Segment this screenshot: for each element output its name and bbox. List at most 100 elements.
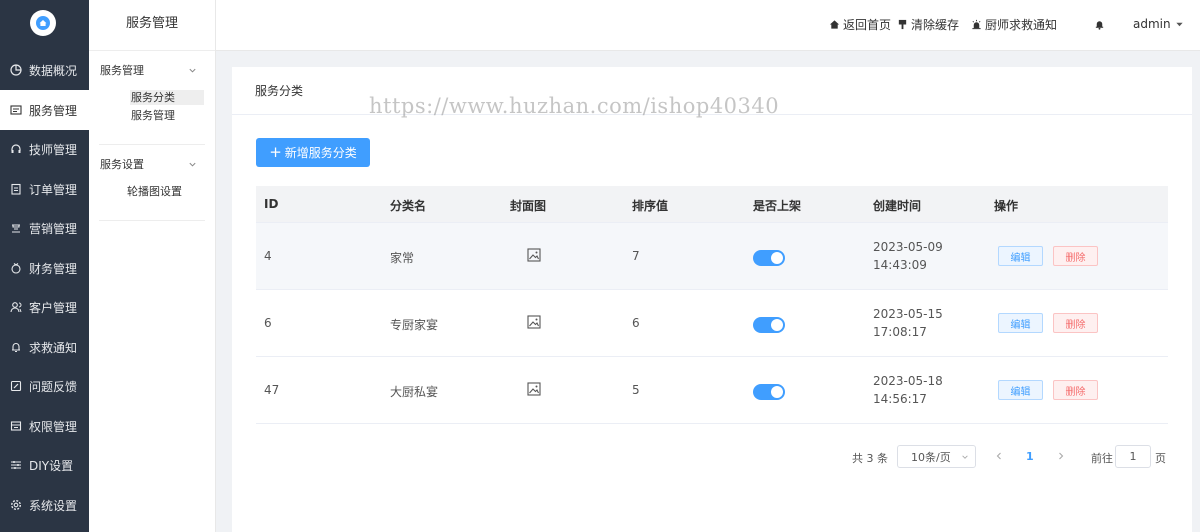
delete-button[interactable]: 删除 (1053, 380, 1098, 400)
cell-sort: 7 (632, 249, 640, 263)
home-link[interactable]: 返回首页 (829, 16, 891, 32)
on-shelf-toggle[interactable] (753, 317, 785, 333)
sidebar-item-finance[interactable]: 财务管理 (0, 248, 89, 288)
page-size-select[interactable]: 10条/页 (897, 445, 976, 468)
submenu-panel: 服务管理 服务管理 服务分类 服务管理 服务设置 轮播图设置 (89, 0, 216, 532)
next-page-icon[interactable] (1056, 451, 1066, 461)
cell-sort: 6 (632, 316, 640, 330)
submenu-group-settings[interactable]: 服务设置 (100, 155, 197, 173)
sidebar-item-label: 服务管理 (29, 103, 78, 118)
goto-suffix: 页 (1155, 452, 1166, 465)
sidebar-item-system[interactable]: 系统设置 (0, 485, 89, 525)
goto-page-input[interactable]: 1 (1115, 445, 1151, 468)
sidebar-item-label: 问题反馈 (29, 379, 78, 394)
edit-button[interactable]: 编辑 (998, 313, 1043, 333)
submenu-link-service-manage[interactable]: 服务管理 (130, 108, 204, 123)
home-link-label: 返回首页 (843, 17, 892, 32)
prev-page-icon[interactable] (994, 451, 1004, 461)
chevron-down-icon (962, 455, 968, 459)
home-logo-icon[interactable] (30, 10, 56, 36)
submenu-divider (99, 144, 205, 145)
cell-name: 专厨家宴 (390, 318, 439, 332)
delete-button[interactable]: 删除 (1053, 313, 1098, 333)
page-size-value: 10条/页 (911, 450, 951, 464)
chevron-down-icon (189, 162, 196, 167)
sidebar-item-label: 技师管理 (29, 142, 78, 157)
delete-button[interactable]: 删除 (1053, 246, 1098, 266)
submenu-group-label: 服务管理 (100, 64, 144, 77)
add-category-button[interactable]: + 新增服务分类 (256, 138, 370, 167)
goto-prefix: 前往 (1091, 452, 1113, 465)
pie-chart-icon (9, 63, 23, 77)
col-on-shelf: 是否上架 (753, 199, 802, 213)
edit-button[interactable]: 编辑 (998, 380, 1043, 400)
feedback-icon (9, 379, 23, 393)
table-row: 6 专厨家宴 6 2023-05-15 17:08:17 编辑 删除 (256, 290, 1168, 357)
cell-name: 家常 (390, 251, 415, 265)
clear-cache-link[interactable]: 清除缓存 (897, 16, 959, 32)
sidebar-item-label: 订单管理 (29, 182, 78, 197)
clear-cache-label: 清除缓存 (911, 17, 960, 32)
col-created: 创建时间 (873, 199, 922, 213)
cell-created: 2023-05-18 14:56:17 (873, 372, 943, 408)
gear-icon (9, 498, 23, 512)
col-cover: 封面图 (510, 199, 547, 213)
users-icon (9, 300, 23, 314)
toggle-knob (771, 386, 783, 398)
sidebar-item-customers[interactable]: 客户管理 (0, 287, 89, 327)
plus-icon: + (269, 143, 282, 161)
cell-name: 大厨私宴 (390, 385, 439, 399)
sidebar-item-label: 系统设置 (29, 498, 78, 513)
on-shelf-toggle[interactable] (753, 250, 785, 266)
sidebar-item-technician[interactable]: 技师管理 (0, 129, 89, 169)
toggle-knob (771, 319, 783, 331)
submenu-link-service-category[interactable]: 服务分类 (130, 90, 204, 105)
sidebar-item-feedback[interactable]: 问题反馈 (0, 366, 89, 406)
top-header: 返回首页 清除缓存 厨师求救通知 admin (216, 0, 1200, 51)
on-shelf-toggle[interactable] (753, 384, 785, 400)
created-time: 17:08:17 (873, 325, 927, 339)
alarm-icon (972, 19, 981, 29)
cell-id: 4 (264, 249, 272, 263)
sidebar-item-permission[interactable]: 权限管理 (0, 406, 89, 446)
sidebar-item-service[interactable]: 服务管理 (0, 90, 89, 130)
caret-down-icon (1175, 22, 1183, 26)
sidebar-item-label: 求救通知 (29, 340, 78, 355)
sidebar-item-marketing[interactable]: 营销管理 (0, 208, 89, 248)
sidebar-item-sos[interactable]: 求救通知 (0, 327, 89, 367)
clipboard-icon (9, 182, 23, 196)
col-actions: 操作 (994, 199, 1019, 213)
submenu-title: 服务管理 (89, 0, 215, 51)
col-id: ID (264, 197, 279, 211)
user-menu[interactable]: admin (1133, 16, 1187, 32)
main-sidebar: 数据概况 服务管理 技师管理 订单管理 营销管理 财务管理 客户管理 求救通知 … (0, 0, 89, 532)
headset-icon (9, 142, 23, 156)
current-page[interactable]: 1 (1026, 450, 1034, 463)
cell-created: 2023-05-15 17:08:17 (873, 305, 943, 341)
submenu-link-carousel[interactable]: 轮播图设置 (126, 184, 200, 199)
pagination-total: 共 3 条 (852, 452, 888, 465)
cell-created: 2023-05-09 14:43:09 (873, 238, 943, 274)
col-name: 分类名 (390, 199, 427, 213)
sidebar-item-dashboard[interactable]: 数据概况 (0, 50, 89, 90)
image-icon[interactable] (527, 382, 541, 396)
created-date: 2023-05-15 (873, 307, 943, 321)
notification-bell[interactable] (1094, 16, 1108, 32)
created-date: 2023-05-09 (873, 240, 943, 254)
table-row: 4 家常 7 2023-05-09 14:43:09 编辑 删除 (256, 223, 1168, 290)
submenu-group-service[interactable]: 服务管理 (100, 61, 197, 79)
col-sort: 排序值 (632, 199, 669, 213)
alarm-notice-link[interactable]: 厨师求救通知 (971, 16, 1057, 32)
table-header: ID 分类名 封面图 排序值 是否上架 创建时间 操作 (256, 186, 1168, 223)
edit-button[interactable]: 编辑 (998, 246, 1043, 266)
sidebar-item-label: 权限管理 (29, 419, 78, 434)
add-category-label: 新增服务分类 (284, 146, 357, 160)
image-icon[interactable] (527, 315, 541, 329)
image-icon[interactable] (527, 248, 541, 262)
sidebar-item-diy[interactable]: DIY设置 (0, 445, 89, 485)
created-date: 2023-05-18 (873, 374, 943, 388)
sidebar-item-orders[interactable]: 订单管理 (0, 169, 89, 209)
money-bag-icon (9, 261, 23, 275)
home-icon (829, 19, 840, 29)
sidebar-item-label: DIY设置 (29, 458, 74, 473)
